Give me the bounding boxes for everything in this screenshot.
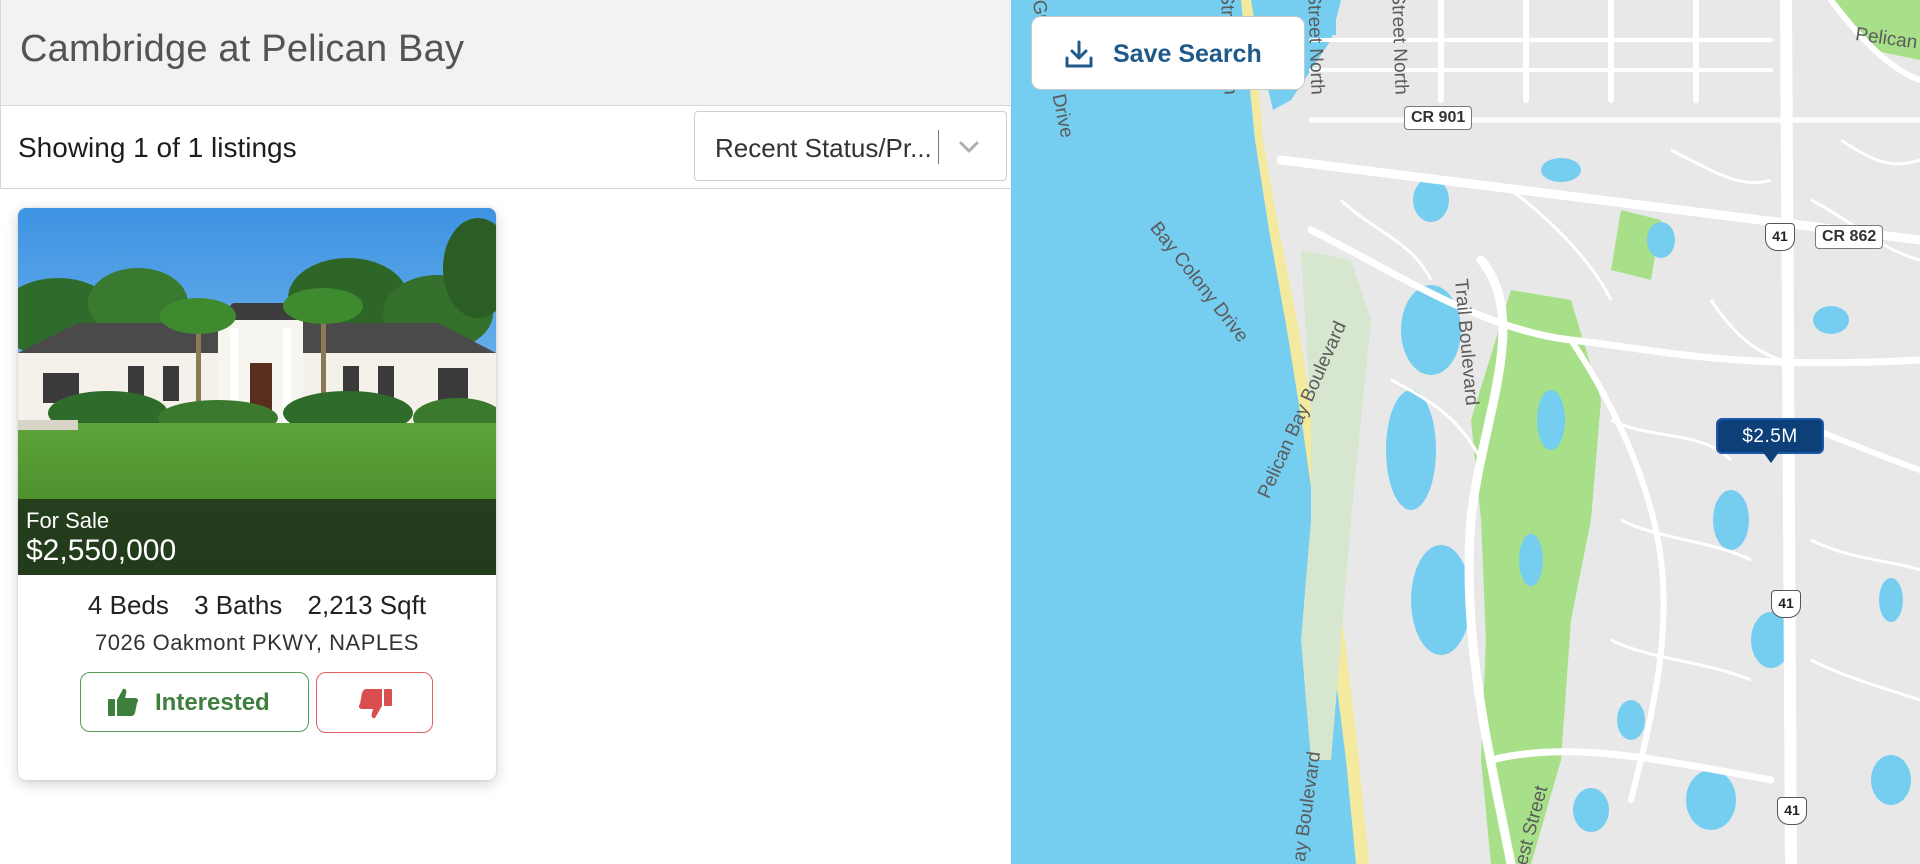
sort-select[interactable]: Recent Status/Pr... [694, 111, 1007, 181]
thumbs-down-icon [358, 689, 392, 719]
page-header: Cambridge at Pelican Bay [0, 0, 1011, 106]
chevron-down-icon[interactable] [957, 136, 981, 158]
map-price-pin-label: $2.5M [1742, 426, 1798, 447]
listings-panel: Cambridge at Pelican Bay Showing 1 of 1 … [0, 0, 1011, 864]
download-icon [1065, 40, 1093, 68]
us-shield-41-top: 41 [1765, 223, 1795, 251]
listing-sqft: 2,213 Sqft [307, 590, 427, 620]
thumbs-up-icon [108, 688, 139, 716]
road-shield-cr901: CR 901 [1404, 106, 1473, 130]
listings-toolbar: Showing 1 of 1 listings Recent Status/Pr… [0, 106, 1011, 189]
listing-price: $2,550,000 [26, 534, 177, 567]
map-price-pin-tail [1763, 452, 1779, 463]
listing-beds: 4 Beds [87, 590, 169, 620]
listing-card[interactable]: For Sale $2,550,000 4 Beds 3 Baths 2,213… [18, 208, 496, 780]
sort-select-value: Recent Status/Pr... [715, 133, 932, 163]
sort-select-divider [938, 130, 939, 164]
road-shield-cr862: CR 862 [1815, 225, 1884, 249]
interested-button[interactable]: Interested [80, 672, 309, 732]
save-search-label: Save Search [1113, 40, 1262, 68]
us-shield-41-mid: 41 [1771, 590, 1801, 618]
map-price-pin[interactable]: $2.5M [1716, 418, 1824, 454]
save-search-button[interactable]: Save Search [1031, 16, 1305, 90]
us-shield-41-bottom: 41 [1777, 797, 1807, 825]
not-interested-button[interactable] [316, 672, 433, 733]
listing-specs: 4 Beds 3 Baths 2,213 Sqft [18, 590, 496, 621]
page-title: Cambridge at Pelican Bay [20, 28, 465, 70]
interested-label: Interested [155, 689, 270, 716]
map-label-street-north-2: Street North [1303, 0, 1328, 96]
map-label-street-north-3: Street North [1387, 0, 1412, 96]
listing-photo[interactable]: For Sale $2,550,000 [18, 208, 496, 575]
listing-address: 7026 Oakmont PKWY, NAPLES [95, 630, 419, 655]
listing-status: For Sale [26, 508, 110, 533]
listing-baths: 3 Baths [194, 590, 283, 620]
listing-count: Showing 1 of 1 listings [18, 132, 297, 163]
